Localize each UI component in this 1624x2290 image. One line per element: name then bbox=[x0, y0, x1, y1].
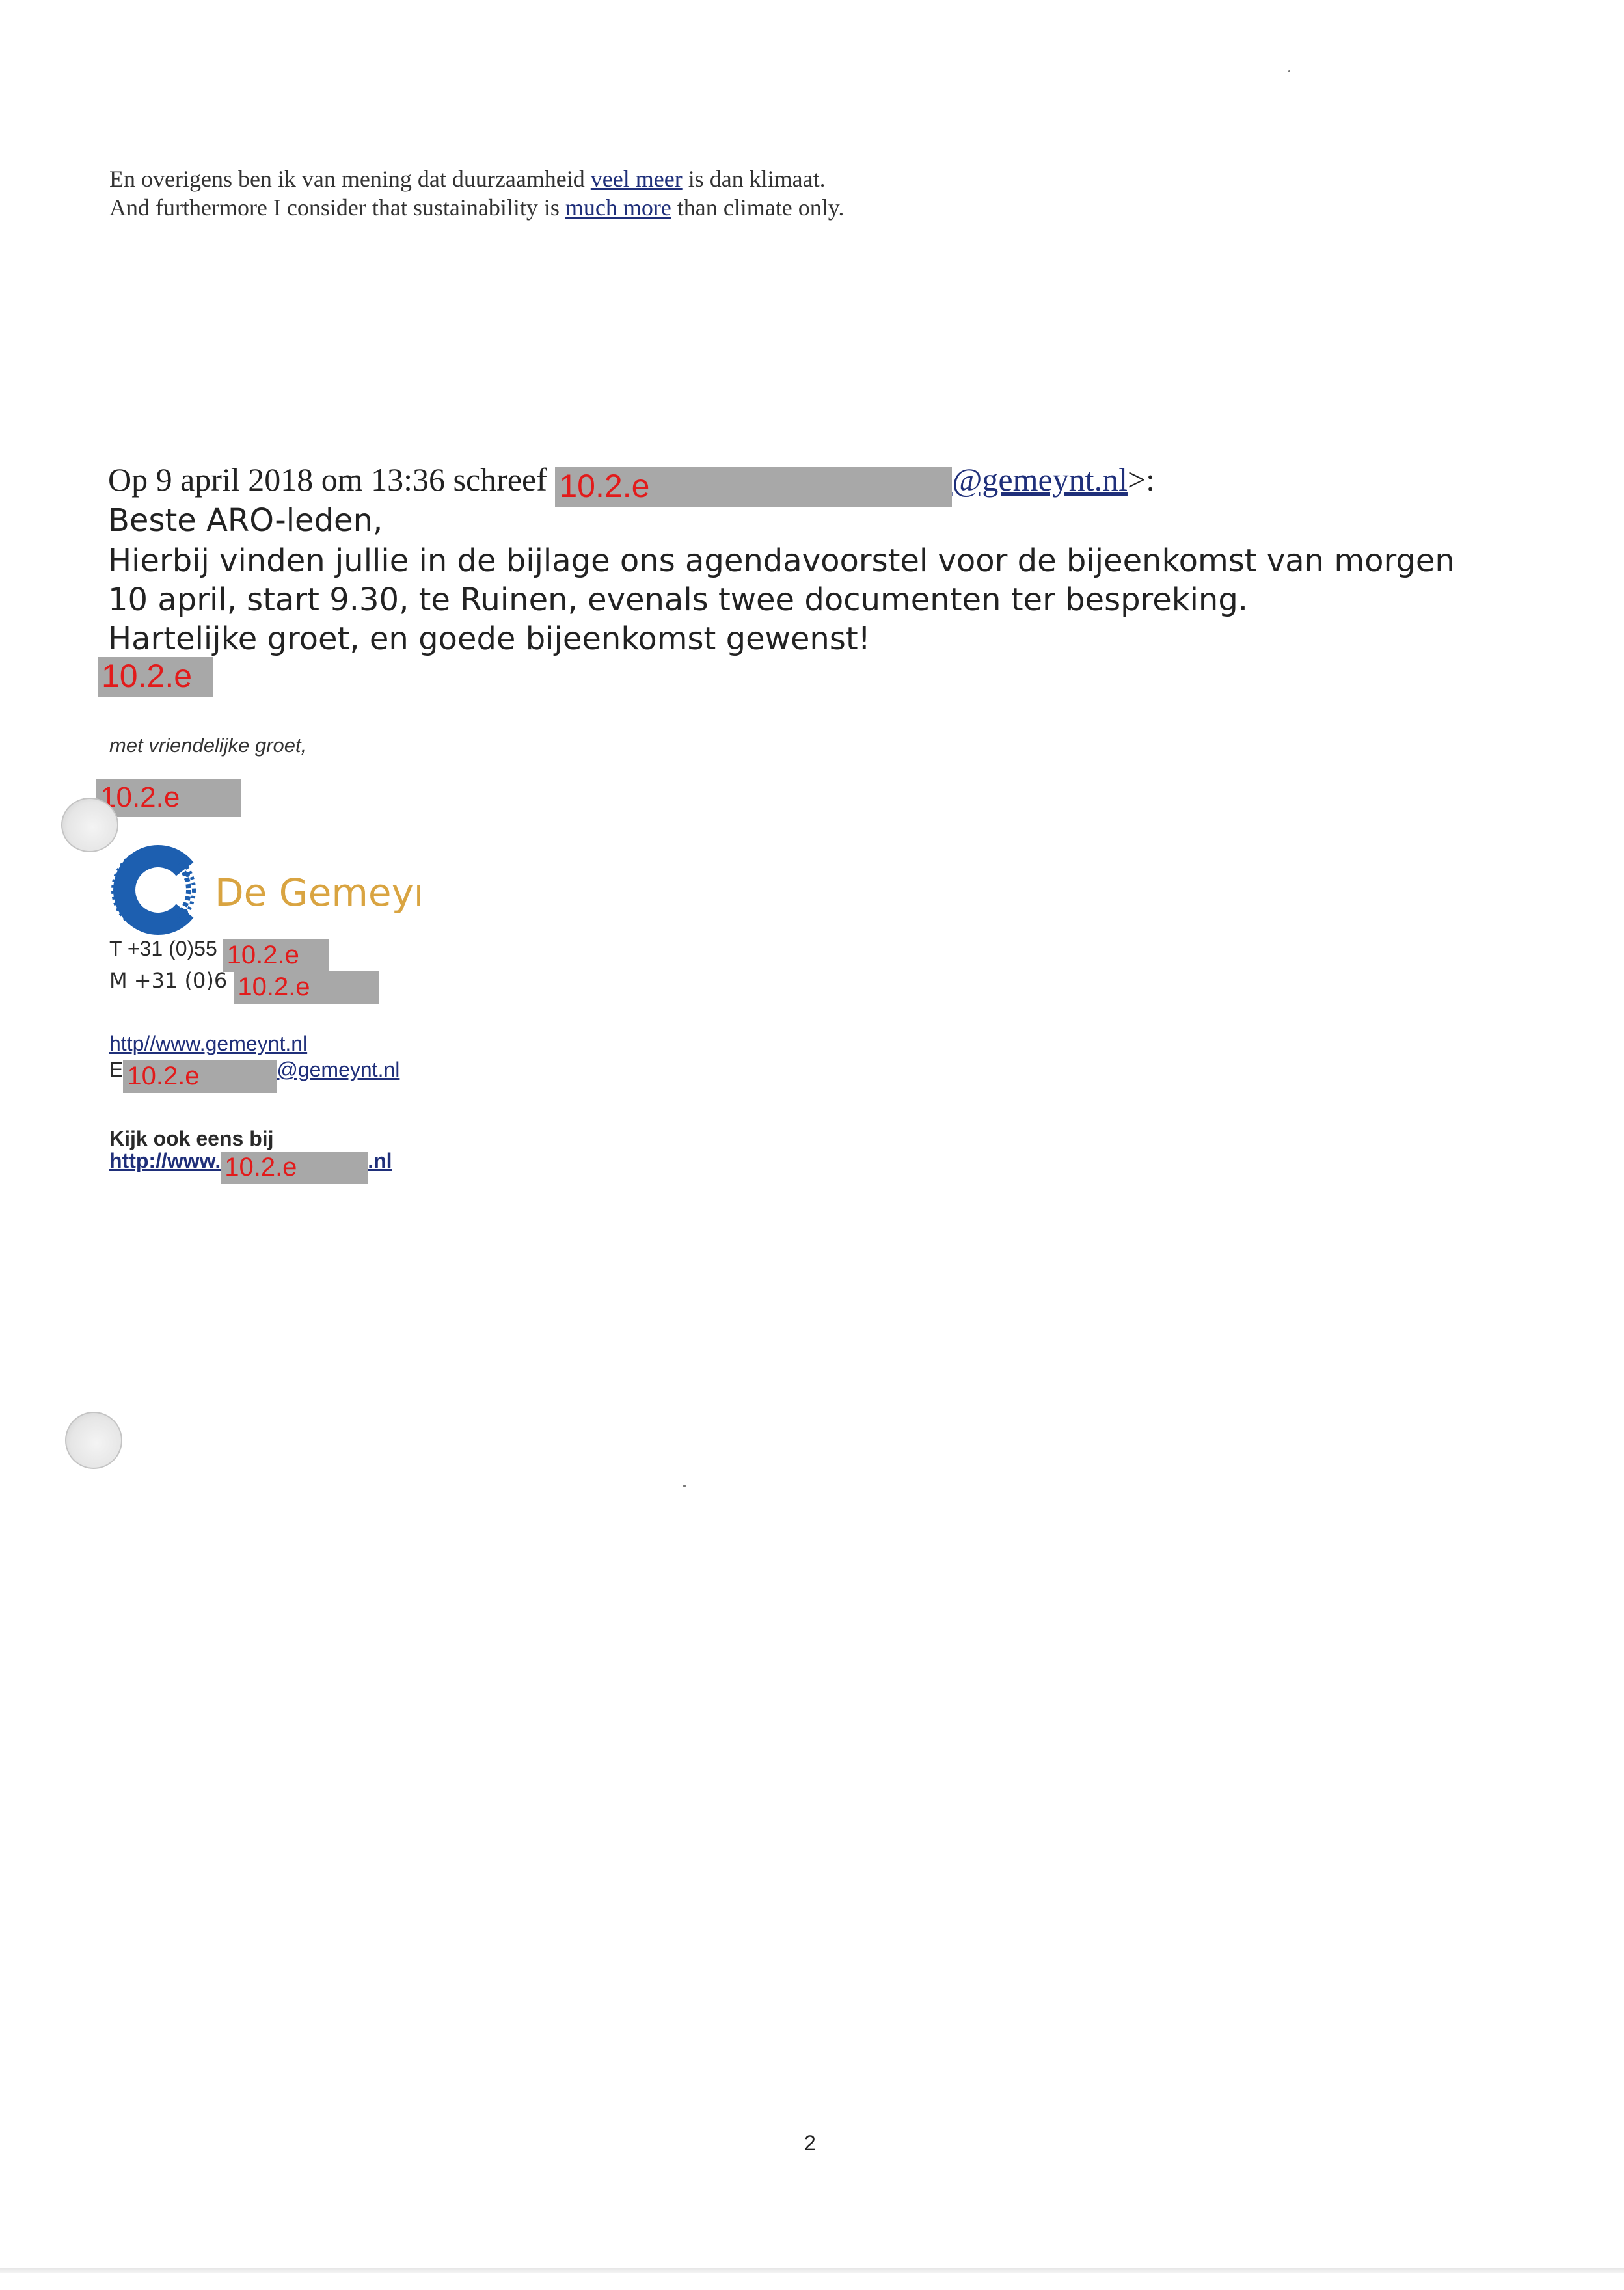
redaction-sender-name: 10.2.e bbox=[555, 467, 953, 507]
note-english-link[interactable]: much more bbox=[565, 195, 671, 221]
page-bottom-edge bbox=[0, 2268, 1624, 2273]
email-domain-link[interactable]: @gemeynt.nl bbox=[277, 1058, 399, 1081]
logo-swirl-icon bbox=[111, 845, 196, 935]
company-logo-mark: De Gemeynt bbox=[111, 845, 452, 935]
redaction-message-signature: 10.2.e bbox=[98, 657, 213, 697]
redaction-email: 10.2.e bbox=[123, 1060, 277, 1093]
company-logo: De Gemeynt bbox=[108, 844, 452, 936]
see-also-link-suffix[interactable]: .nl bbox=[368, 1149, 392, 1172]
message-line-1: Hierbij vinden jullie in de bijlage ons … bbox=[108, 543, 1455, 579]
note-english-suffix: than climate only. bbox=[671, 195, 845, 221]
note-dutch-link[interactable]: veel meer bbox=[591, 166, 683, 192]
redaction-phone: 10.2.e bbox=[223, 939, 329, 972]
see-also-link-prefix[interactable]: http://www. bbox=[109, 1149, 221, 1172]
signature-email: E 10.2.e @gemeynt.nl bbox=[109, 1058, 399, 1093]
page-number: 2 bbox=[804, 2131, 816, 2155]
quoted-header: Op 9 april 2018 om 13:36 schreef 10.2.e @… bbox=[108, 461, 1155, 507]
logo-text: De Gemeynt bbox=[215, 870, 420, 915]
signature-website[interactable]: http//www.gemeynt.nl bbox=[109, 1032, 307, 1056]
note-line-english: And furthermore I consider that sustaina… bbox=[109, 194, 844, 221]
note-dutch-prefix: En overigens ben ik van mening dat duurz… bbox=[109, 166, 591, 192]
note-line-dutch: En overigens ben ik van mening dat duurz… bbox=[109, 165, 826, 193]
quoted-header-suffix: >: bbox=[1127, 461, 1156, 498]
email-prefix: E bbox=[109, 1058, 124, 1081]
mobile-prefix: M +31 (0)6 bbox=[109, 968, 234, 993]
signature-see-also-link[interactable]: http://www. 10.2.e .nl bbox=[109, 1149, 392, 1184]
signature-phone: T +31 (0)55 10.2.e bbox=[109, 937, 329, 972]
punch-hole-lower bbox=[65, 1412, 122, 1469]
sender-email-domain[interactable]: @gemeynt.nl bbox=[952, 461, 1128, 498]
website-link[interactable]: http//www.gemeynt.nl bbox=[109, 1032, 307, 1055]
redaction-see-also: 10.2.e bbox=[221, 1152, 368, 1184]
punch-hole-upper bbox=[61, 798, 118, 852]
quoted-header-prefix: Op 9 april 2018 om 13:36 schreef bbox=[108, 461, 556, 498]
signature-closing: met vriendelijke groet, bbox=[109, 734, 307, 757]
signature-see-also: Kijk ook eens bij bbox=[109, 1127, 274, 1150]
redaction-mobile: 10.2.e bbox=[234, 971, 380, 1004]
note-dutch-suffix: is dan klimaat. bbox=[682, 166, 826, 192]
message-line-3: Hartelijke groet, en goede bijeenkomst g… bbox=[108, 621, 871, 657]
note-english-prefix: And furthermore I consider that sustaina… bbox=[109, 195, 565, 221]
phone-prefix: T +31 (0)55 bbox=[109, 937, 223, 960]
redaction-signature-name: 10.2.e bbox=[96, 779, 241, 817]
signature-mobile: M +31 (0)6 10.2.e bbox=[109, 968, 380, 1004]
message-line-2: 10 april, start 9.30, te Ruinen, evenals… bbox=[108, 582, 1249, 618]
message-greeting: Beste ARO-leden, bbox=[108, 502, 383, 539]
scan-speck bbox=[1288, 70, 1290, 72]
scan-speck bbox=[683, 1485, 686, 1487]
